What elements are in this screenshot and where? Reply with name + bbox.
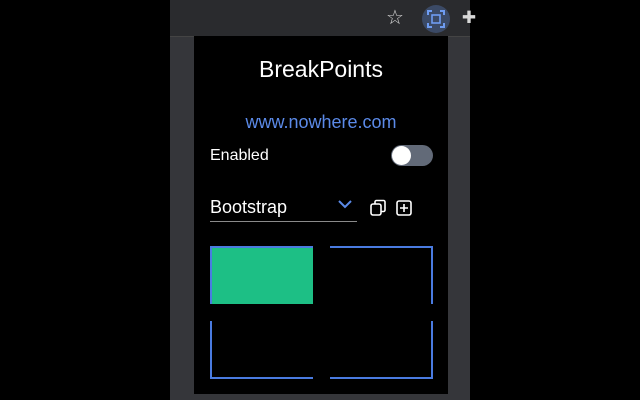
enabled-toggle[interactable] [391, 145, 433, 166]
enabled-label: Enabled [210, 147, 269, 164]
add-icon[interactable] [395, 199, 413, 217]
breakpoints-extension-glyph [427, 10, 445, 28]
breakpoint-cell[interactable] [210, 321, 313, 379]
framework-select-value: Bootstrap [210, 197, 288, 217]
breakpoint-cell[interactable] [330, 321, 433, 379]
breakpoints-popup: BreakPoints www.nowhere.com Enabled Boot… [194, 36, 448, 394]
framework-select[interactable]: Bootstrap [210, 194, 357, 222]
breakpoint-grid [210, 246, 433, 379]
breakpoint-cell-active[interactable] [210, 246, 313, 304]
breakpoint-cell[interactable] [330, 246, 433, 304]
chevron-down-icon [338, 200, 352, 209]
breakpoints-extension-icon[interactable] [422, 5, 450, 33]
current-site-link[interactable]: www.nowhere.com [194, 112, 448, 133]
puzzle-icon[interactable]: ✚ [458, 7, 480, 29]
star-icon[interactable]: ☆ [384, 7, 406, 29]
popup-title: BreakPoints [258, 56, 383, 82]
toggle-knob [392, 146, 411, 165]
copy-icon[interactable] [369, 199, 387, 217]
